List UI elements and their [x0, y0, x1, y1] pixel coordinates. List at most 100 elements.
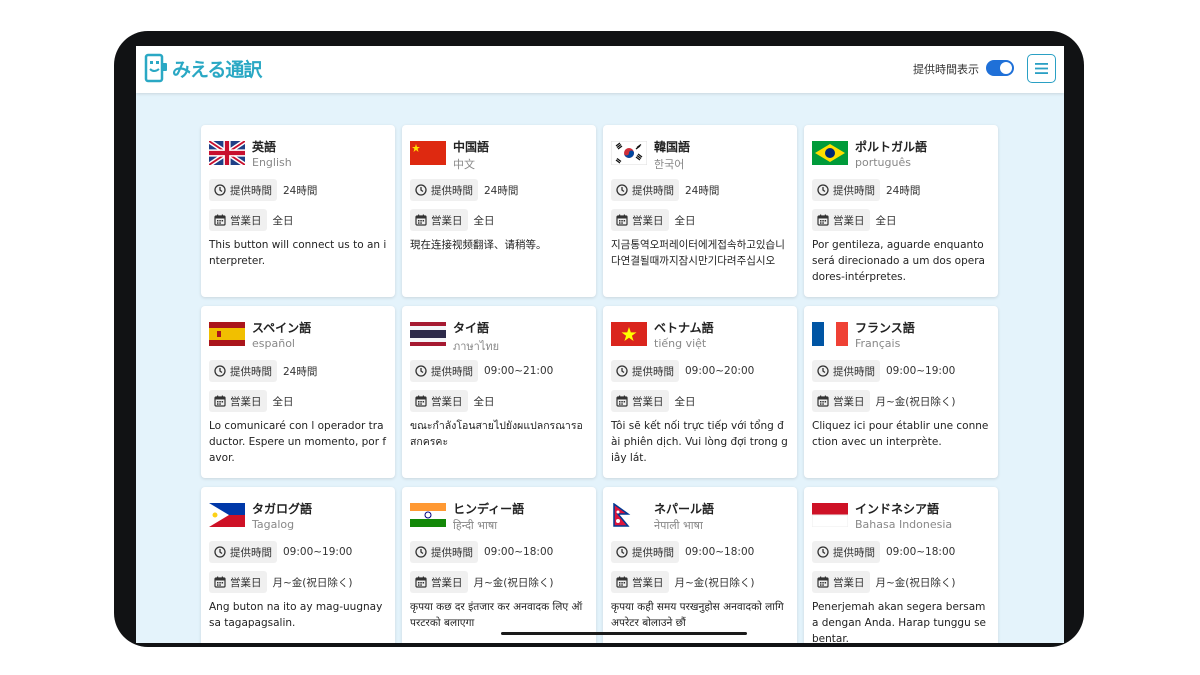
days-row: 営業日 月~金(祝日除く)	[812, 571, 956, 593]
language-native-name: नेपाली भाषा	[654, 519, 703, 532]
hours-value: 09:00~18:00	[685, 546, 755, 558]
hours-display-label: 提供時間表示	[913, 63, 979, 76]
connect-message: Penerjemah akan segera bersama dengan An…	[812, 601, 987, 643]
language-native-name: português	[855, 156, 911, 169]
days-value: 全日	[875, 214, 897, 227]
language-card[interactable]: タガログ語 Tagalog 提供時間 09:00~19:00 営業日 月~金(祝…	[201, 487, 395, 643]
days-tag: 営業日	[410, 390, 468, 412]
language-name: ポルトガル語	[855, 140, 928, 154]
hours-value: 09:00~18:00	[886, 546, 956, 558]
days-row: 営業日 全日	[209, 390, 294, 412]
days-tag: 営業日	[209, 209, 267, 231]
calendar-icon	[214, 214, 226, 226]
calendar-icon	[817, 395, 829, 407]
language-name: ヒンディー語	[453, 502, 525, 516]
language-native-name: ภาษาไทย	[453, 340, 500, 353]
calendar-icon	[415, 395, 427, 407]
app-logo[interactable]: みえる通訳	[144, 52, 262, 84]
language-card[interactable]: ヒンディー語 हिन्दी भाषा 提供時間 09:00~18:00 営業日 …	[402, 487, 596, 643]
connect-message: 지금통역오퍼레이터에게접속하고있습니다연결될때까지잠시만기다려주십시오	[611, 239, 785, 267]
flag-icon	[611, 141, 647, 165]
hours-value: 09:00~19:00	[886, 365, 956, 377]
language-card[interactable]: ポルトガル語 português 提供時間 24時間 営業日 全日 Por ge…	[804, 125, 998, 297]
connect-message: 現在连接视频翻译、请稍等。	[410, 239, 547, 251]
clock-icon	[817, 365, 829, 377]
days-value: 月~金(祝日除く)	[875, 576, 956, 589]
hours-tag: 提供時間	[611, 179, 679, 201]
clock-icon	[214, 184, 226, 196]
days-value: 月~金(祝日除く)	[875, 395, 956, 408]
clock-icon	[415, 184, 427, 196]
calendar-icon	[415, 214, 427, 226]
language-native-name: Tagalog	[252, 518, 295, 531]
days-tag: 営業日	[611, 571, 669, 593]
flag-icon	[410, 503, 446, 527]
days-tag: 営業日	[209, 571, 267, 593]
logo-text: みえる通訳	[172, 58, 262, 81]
hours-value: 24時間	[283, 365, 318, 378]
days-value: 全日	[473, 395, 495, 408]
language-name: スペイン語	[252, 321, 312, 335]
clock-icon	[616, 365, 628, 377]
days-row: 営業日 全日	[611, 209, 696, 231]
language-native-name: English	[252, 156, 292, 169]
hours-row: 提供時間 09:00~20:00	[611, 360, 754, 382]
hours-tag: 提供時間	[209, 541, 277, 563]
language-name: ベトナム語	[654, 321, 714, 335]
hours-tag: 提供時間	[611, 541, 679, 563]
language-name: フランス語	[855, 321, 915, 335]
hours-row: 提供時間 24時間	[410, 179, 518, 201]
hours-value: 09:00~19:00	[283, 546, 353, 558]
connect-message: Cliquez ici pour établir une connection …	[812, 420, 989, 448]
flag-icon	[209, 141, 245, 165]
language-card[interactable]: フランス語 Français 提供時間 09:00~19:00 営業日 月~金(…	[804, 306, 998, 478]
days-value: 月~金(祝日除く)	[272, 576, 353, 589]
hours-row: 提供時間 24時間	[812, 179, 920, 201]
language-card[interactable]: ベトナム語 tiếng việt 提供時間 09:00~20:00 営業日 全日…	[603, 306, 797, 478]
language-native-name: 中文	[453, 158, 475, 171]
calendar-icon	[616, 395, 628, 407]
flag-icon	[410, 322, 446, 346]
language-card[interactable]: スペイン語 español 提供時間 24時間 営業日 全日 Lo comuni…	[201, 306, 395, 478]
language-native-name: हिन्दी भाषा	[453, 519, 498, 532]
language-card[interactable]: ネパール語 नेपाली भाषा 提供時間 09:00~18:00 営業日 月…	[603, 487, 797, 643]
language-card[interactable]: 英語 English 提供時間 24時間 営業日 全日 This button …	[201, 125, 395, 297]
logo-icon	[144, 53, 167, 83]
hours-tag: 提供時間	[209, 360, 277, 382]
language-card[interactable]: 中国語 中文 提供時間 24時間 営業日 全日 現在连接视频翻译、请稍等。	[402, 125, 596, 297]
flag-icon	[209, 503, 245, 527]
flag-icon	[812, 503, 848, 527]
days-tag: 営業日	[209, 390, 267, 412]
language-native-name: tiếng việt	[654, 337, 707, 350]
clock-icon	[616, 184, 628, 196]
app-screen: みえる通訳 提供時間表示 英語 English 提供時間 24時間 営業日 全日…	[136, 46, 1064, 643]
menu-button[interactable]	[1027, 54, 1056, 83]
days-value: 月~金(祝日除く)	[674, 576, 755, 589]
hours-tag: 提供時間	[611, 360, 679, 382]
language-card[interactable]: インドネシア語 Bahasa Indonesia 提供時間 09:00~18:0…	[804, 487, 998, 643]
days-tag: 営業日	[812, 390, 870, 412]
connect-message: This button will connect us to an interp…	[209, 239, 387, 267]
days-value: 全日	[674, 214, 696, 227]
hours-row: 提供時間 24時間	[611, 179, 719, 201]
language-name: 中国語	[453, 140, 490, 154]
days-row: 営業日 全日	[812, 209, 897, 231]
calendar-icon	[214, 395, 226, 407]
clock-icon	[214, 365, 226, 377]
hours-row: 提供時間 24時間	[209, 360, 317, 382]
connect-message: कृपया कही समय परखनुहोस अनवादको लागि अपरे…	[611, 601, 784, 629]
days-value: 全日	[272, 395, 294, 408]
connect-message: कृपया कछ दर इंतजार कर अनवादक लिए ऑपरटरको…	[410, 601, 583, 629]
hours-value: 24時間	[283, 184, 318, 197]
hours-tag: 提供時間	[812, 541, 880, 563]
language-card[interactable]: タイ語 ภาษาไทย 提供時間 09:00~21:00 営業日 全日 ขณะก…	[402, 306, 596, 478]
connect-message: ขณะกำลังโอนสายไปยังผแปลกรณารอสกครคะ	[410, 420, 583, 448]
home-indicator	[501, 632, 747, 635]
hours-row: 提供時間 24時間	[209, 179, 317, 201]
language-card[interactable]: 韓国語 한국어 提供時間 24時間 営業日 全日 지금통역오퍼레이터에게접속하고…	[603, 125, 797, 297]
hours-row: 提供時間 09:00~19:00	[209, 541, 352, 563]
days-row: 営業日 全日	[410, 390, 495, 412]
hours-row: 提供時間 09:00~21:00	[410, 360, 553, 382]
hours-display-toggle[interactable]	[986, 60, 1014, 76]
calendar-icon	[817, 214, 829, 226]
